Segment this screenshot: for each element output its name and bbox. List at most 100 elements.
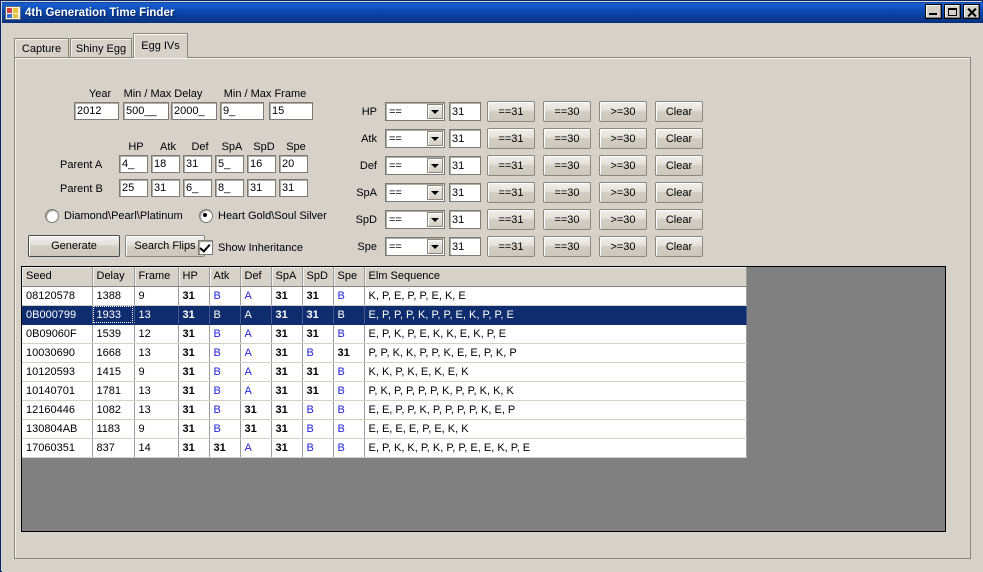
- filter-clear-button-spa[interactable]: Clear: [655, 182, 703, 203]
- cell-frame[interactable]: 9: [134, 286, 179, 306]
- cell-iv-spa[interactable]: 31: [271, 343, 303, 363]
- cell-frame[interactable]: 9: [134, 419, 179, 439]
- radio-heartgold-soulsilver[interactable]: Heart Gold\Soul Silver: [199, 209, 327, 223]
- cell-seed[interactable]: 10140701: [22, 381, 93, 401]
- column-header-atk[interactable]: Atk: [209, 267, 241, 287]
- column-header-delay[interactable]: Delay: [92, 267, 135, 287]
- max-delay-input[interactable]: 2000_: [171, 102, 217, 120]
- cell-iv-spe[interactable]: 31: [333, 343, 365, 363]
- cell-frame[interactable]: 14: [134, 438, 179, 458]
- cell-delay[interactable]: 1781: [92, 381, 135, 401]
- chevron-down-icon[interactable]: [427, 158, 443, 173]
- parent-b-spa-input[interactable]: 8_: [215, 179, 244, 197]
- filter-eq30-button-hp[interactable]: ==30: [543, 101, 591, 122]
- cell-iv-hp[interactable]: 31: [178, 419, 210, 439]
- cell-delay[interactable]: 1668: [92, 343, 135, 363]
- cell-iv-atk[interactable]: B: [209, 286, 241, 306]
- cell-iv-spa[interactable]: 31: [271, 362, 303, 382]
- cell-delay[interactable]: 1415: [92, 362, 135, 382]
- cell-iv-def[interactable]: A: [240, 381, 272, 401]
- cell-seed[interactable]: 10120593: [22, 362, 93, 382]
- min-delay-input[interactable]: 500__: [123, 102, 169, 120]
- min-frame-input[interactable]: 9_: [220, 102, 264, 120]
- cell-iv-def[interactable]: A: [240, 343, 272, 363]
- cell-elm-sequence[interactable]: E, P, K, K, P, K, P, P, E, E, K, P, E: [364, 438, 747, 458]
- cell-elm-sequence[interactable]: P, P, K, K, P, P, K, E, E, P, K, P: [364, 343, 747, 363]
- filter-eq31-button-def[interactable]: ==31: [487, 155, 535, 176]
- cell-iv-atk[interactable]: B: [209, 305, 241, 325]
- cell-iv-spe[interactable]: B: [333, 381, 365, 401]
- generate-button[interactable]: Generate: [28, 235, 120, 257]
- parent-b-spd-input[interactable]: 31: [247, 179, 276, 197]
- cell-delay[interactable]: 837: [92, 438, 135, 458]
- cell-iv-spe[interactable]: B: [333, 438, 365, 458]
- cell-elm-sequence[interactable]: E, E, E, E, P, E, K, K: [364, 419, 747, 439]
- cell-delay[interactable]: 1183: [92, 419, 135, 439]
- minimize-button[interactable]: [925, 4, 942, 19]
- filter-clear-button-hp[interactable]: Clear: [655, 101, 703, 122]
- cell-seed[interactable]: 17060351: [22, 438, 93, 458]
- cell-elm-sequence[interactable]: P, K, P, P, P, P, K, P, P, K, K, K: [364, 381, 747, 401]
- filter-value-input-spd[interactable]: 31: [449, 210, 481, 229]
- filter-clear-button-atk[interactable]: Clear: [655, 128, 703, 149]
- cell-iv-spd[interactable]: 31: [302, 305, 334, 325]
- tab-shiny-egg[interactable]: Shiny Egg: [70, 38, 132, 58]
- cell-frame[interactable]: 9: [134, 362, 179, 382]
- column-header-spe[interactable]: Spe: [333, 267, 365, 287]
- filter-eq31-button-spd[interactable]: ==31: [487, 209, 535, 230]
- filter-eq31-button-atk[interactable]: ==31: [487, 128, 535, 149]
- tab-egg-ivs[interactable]: Egg IVs: [133, 33, 188, 58]
- cell-iv-spa[interactable]: 31: [271, 286, 303, 306]
- cell-iv-spa[interactable]: 31: [271, 305, 303, 325]
- cell-elm-sequence[interactable]: E, P, K, P, E, K, K, E, K, P, E: [364, 324, 747, 344]
- cell-iv-spe[interactable]: B: [333, 362, 365, 382]
- cell-iv-atk[interactable]: B: [209, 419, 241, 439]
- parent-b-spe-input[interactable]: 31: [279, 179, 308, 197]
- chevron-down-icon[interactable]: [427, 185, 443, 200]
- radio-diamond-pearl-platinum[interactable]: Diamond\Pearl\Platinum: [45, 209, 183, 223]
- filter-value-input-spe[interactable]: 31: [449, 237, 481, 256]
- table-row[interactable]: 10030690 1668 13 31 B A 31 B 31 P, P, K, K, P, P,…: [22, 343, 747, 363]
- table-row[interactable]: 130804AB 1183 9 31 B 31 31 B B E, E, E, E, P, E, …: [22, 419, 747, 439]
- cell-iv-atk[interactable]: B: [209, 381, 241, 401]
- maximize-button[interactable]: [944, 4, 961, 19]
- cell-iv-spa[interactable]: 31: [271, 419, 303, 439]
- column-header-hp[interactable]: HP: [178, 267, 210, 287]
- cell-delay[interactable]: 1933: [92, 305, 135, 325]
- table-row[interactable]: 10120593 1415 9 31 B A 31 31 B K, K, P, K, E, K, …: [22, 362, 747, 382]
- filter-ge30-button-def[interactable]: >=30: [599, 155, 647, 176]
- filter-value-input-def[interactable]: 31: [449, 156, 481, 175]
- filter-operator-select-def[interactable]: ==: [385, 156, 445, 175]
- cell-iv-def[interactable]: A: [240, 286, 272, 306]
- cell-iv-atk[interactable]: B: [209, 324, 241, 344]
- column-header-spa[interactable]: SpA: [271, 267, 303, 287]
- chevron-down-icon[interactable]: [427, 131, 443, 146]
- cell-iv-hp[interactable]: 31: [178, 362, 210, 382]
- filter-ge30-button-spe[interactable]: >=30: [599, 236, 647, 257]
- cell-elm-sequence[interactable]: K, K, P, K, E, K, E, K: [364, 362, 747, 382]
- cell-iv-hp[interactable]: 31: [178, 438, 210, 458]
- filter-eq30-button-spa[interactable]: ==30: [543, 182, 591, 203]
- cell-iv-atk[interactable]: B: [209, 362, 241, 382]
- column-header-elm-sequence[interactable]: Elm Sequence: [364, 267, 747, 287]
- cell-iv-spd[interactable]: B: [302, 400, 334, 420]
- table-row[interactable]: 12160446 1082 13 31 B 31 31 B B E, E, P, P, K, P,…: [22, 400, 747, 420]
- column-header-spd[interactable]: SpD: [302, 267, 334, 287]
- search-flips-button[interactable]: Search Flips: [125, 235, 205, 257]
- parent-a-spd-input[interactable]: 16: [247, 155, 276, 173]
- results-grid[interactable]: Seed Delay Frame HP Atk Def SpA SpD Spe …: [21, 266, 946, 532]
- cell-elm-sequence[interactable]: E, E, P, P, K, P, P, P, P, K, E, P: [364, 400, 747, 420]
- cell-elm-sequence[interactable]: E, P, P, P, K, P, P, E, K, P, P, E: [364, 305, 747, 325]
- cell-iv-spe[interactable]: B: [333, 400, 365, 420]
- filter-value-input-hp[interactable]: 31: [449, 102, 481, 121]
- parent-a-hp-input[interactable]: 4_: [119, 155, 148, 173]
- filter-ge30-button-hp[interactable]: >=30: [599, 101, 647, 122]
- cell-iv-hp[interactable]: 31: [178, 286, 210, 306]
- filter-clear-button-def[interactable]: Clear: [655, 155, 703, 176]
- chevron-down-icon[interactable]: [427, 239, 443, 254]
- cell-iv-hp[interactable]: 31: [178, 305, 210, 325]
- cell-iv-spd[interactable]: 31: [302, 286, 334, 306]
- parent-a-atk-input[interactable]: 18: [151, 155, 180, 173]
- cell-seed[interactable]: 0B09060F: [22, 324, 93, 344]
- cell-elm-sequence[interactable]: K, P, E, P, P, E, K, E: [364, 286, 747, 306]
